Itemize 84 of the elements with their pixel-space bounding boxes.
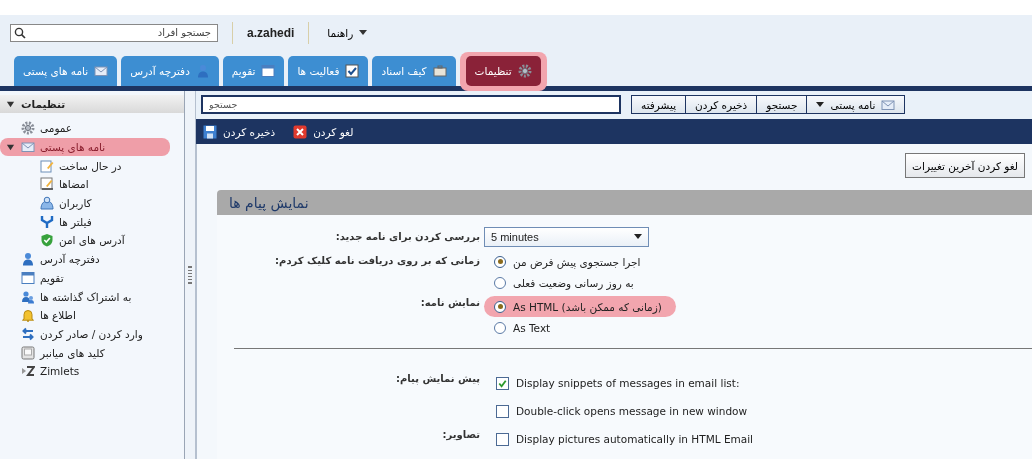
- sidebar-item[interactable]: عمومی: [0, 119, 184, 138]
- radio-button[interactable]: [494, 321, 506, 334]
- sidebar-item[interactable]: دفترچه آدرس: [0, 249, 184, 269]
- users-icon: [40, 196, 54, 211]
- radio-button[interactable]: [494, 300, 506, 313]
- toolbar-button[interactable]: ذخیره کردن: [201, 122, 278, 141]
- splitter-handle[interactable]: [185, 91, 196, 459]
- option-label: Double-click opens message in new window: [516, 405, 748, 417]
- document-pencil-icon: [40, 158, 54, 173]
- app-tab[interactable]: نامه های پستی: [14, 56, 118, 86]
- people-icon: [21, 289, 35, 304]
- caret-icon: [359, 29, 368, 36]
- radio-button[interactable]: [494, 255, 506, 268]
- sidebar-item[interactable]: نامه های پستی: [0, 137, 170, 157]
- sidebar-header[interactable]: تنظیمات: [0, 95, 184, 113]
- people-search-field[interactable]: جستجو افراد: [10, 23, 218, 42]
- bell-icon: [21, 308, 35, 323]
- person-icon: [195, 64, 210, 78]
- search-icon[interactable]: [14, 26, 26, 39]
- toolbar-button[interactable]: لغو کردن: [291, 122, 356, 141]
- section-title: نمایش پیام ها: [229, 194, 309, 211]
- gear-icon: [517, 64, 532, 78]
- sidebar-item[interactable]: به اشتراک گذاشته ها: [0, 287, 184, 306]
- calendar-icon: [261, 64, 276, 78]
- checkbox[interactable]: [496, 432, 509, 446]
- envelope-icon: [94, 64, 109, 78]
- app-tab[interactable]: تنظیمات: [465, 56, 541, 86]
- sidebar-item[interactable]: کلید های میانبر: [0, 343, 184, 362]
- app-tab[interactable]: دفترچه آدرس: [121, 56, 219, 86]
- setting-label: تصاویر:: [442, 429, 480, 440]
- expanded-triangle-icon[interactable]: [6, 99, 15, 109]
- caret-icon: [816, 101, 825, 108]
- envelope-icon: [881, 97, 896, 112]
- option-label: Display pictures automatically in HTML Email: [516, 433, 754, 445]
- search-scope-dropdown[interactable]: نامه پستی: [807, 96, 905, 114]
- keyboard-key-icon: [21, 345, 35, 360]
- signature-icon: [40, 177, 54, 192]
- app-tab[interactable]: تقویم: [222, 56, 285, 86]
- sidebar-item[interactable]: فیلتر ها: [0, 212, 184, 232]
- filter-icon: [40, 214, 54, 229]
- sidebar-item[interactable]: تقویم: [0, 268, 184, 288]
- sidebar-item[interactable]: Zimlets: [0, 361, 184, 381]
- caret-icon: [634, 234, 642, 240]
- sidebar-item[interactable]: آدرس های امن: [0, 231, 184, 250]
- checkbox[interactable]: [496, 376, 509, 390]
- interval-dropdown[interactable]: 5 minutes: [484, 227, 649, 247]
- app-tab[interactable]: کیف اسناد: [372, 56, 456, 86]
- calendar-icon: [21, 270, 35, 285]
- sidebar-item[interactable]: اطلاع ها: [0, 305, 184, 325]
- zimlet-icon: [21, 364, 35, 379]
- search-toolbar-button[interactable]: جستجو: [757, 96, 807, 114]
- option-label: به روز رسانی وضعیت فعلی: [513, 276, 634, 289]
- checkbox-icon: [345, 64, 360, 78]
- sidebar-item[interactable]: در حال ساخت: [0, 156, 184, 176]
- app-tab[interactable]: فعالیت ها: [288, 56, 369, 86]
- setting-label: بررسی کردن برای نامه جدید:: [335, 231, 480, 242]
- radio-button[interactable]: [494, 276, 506, 289]
- close-icon: [293, 124, 308, 139]
- option-label: As Text: [513, 321, 551, 334]
- shield-check-icon: [40, 233, 54, 248]
- username[interactable]: a.zahedi: [247, 25, 295, 40]
- checkbox[interactable]: [496, 404, 509, 418]
- help-menu[interactable]: راهنما: [323, 26, 372, 39]
- envelope-icon: [21, 140, 35, 155]
- setting-label: نمایش نامه:: [420, 297, 480, 308]
- search-toolbar-button[interactable]: پیشرفته: [632, 96, 686, 114]
- person-icon: [21, 252, 35, 267]
- option-label: اجرا جستجوی پیش فرض من: [513, 255, 641, 268]
- arrows-icon: [21, 326, 35, 341]
- sidebar-item[interactable]: کاربران: [0, 193, 184, 213]
- setting-label: زمانی که بر روی دریافت نامه کلیک کردم:: [275, 255, 480, 266]
- sidebar-item[interactable]: وارد کردن / صادر کردن: [0, 324, 184, 344]
- option-label: Display snippets of messages in email list:: [516, 377, 740, 389]
- search-toolbar-button[interactable]: ذخیره کردن: [686, 96, 757, 114]
- briefcase-icon: [432, 64, 447, 78]
- search-field[interactable]: جستجو: [201, 95, 621, 115]
- expanded-triangle-icon[interactable]: [6, 142, 15, 152]
- gear-icon: [21, 121, 35, 136]
- option-label: As HTML (زمانی که ممکن باشد): [513, 300, 662, 313]
- sidebar-item[interactable]: امضاها: [0, 175, 184, 194]
- setting-label: پیش نمایش پیام:: [396, 373, 480, 384]
- revert-changes-button[interactable]: لغو کردن آخرین تغییرات: [905, 153, 1025, 178]
- sidebar-title: تنظیمات: [21, 98, 66, 110]
- save-icon: [203, 124, 217, 139]
